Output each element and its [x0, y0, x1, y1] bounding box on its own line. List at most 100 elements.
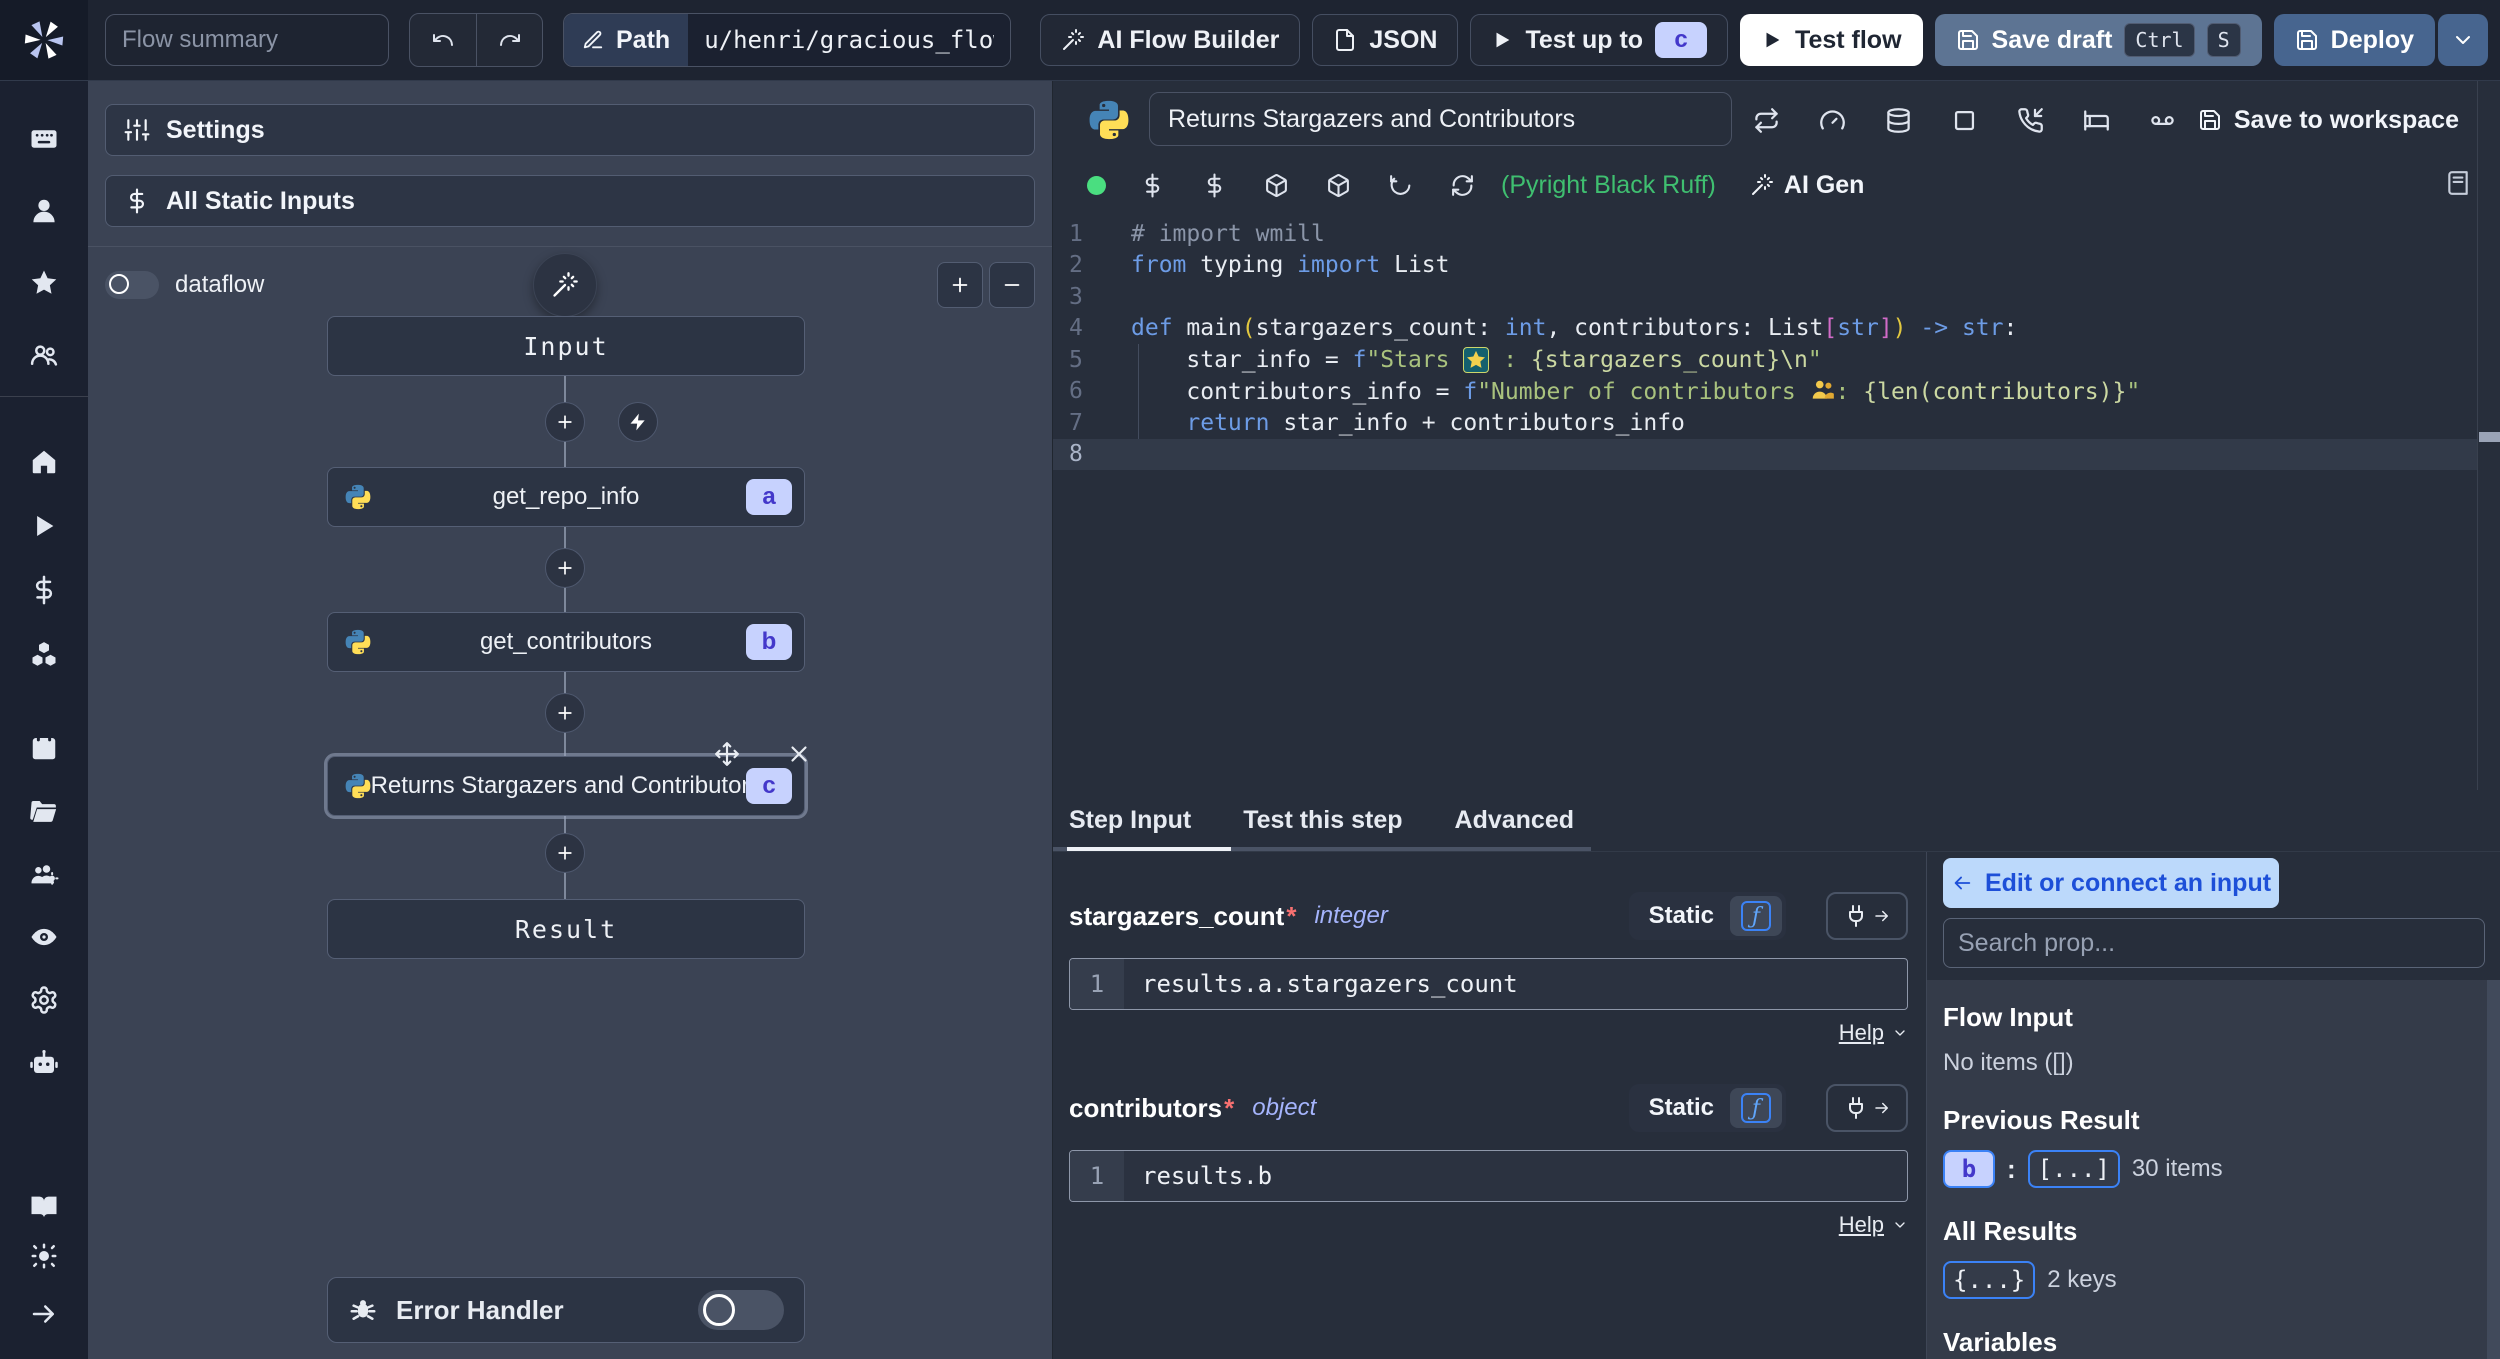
node-input[interactable]: Input — [327, 316, 805, 376]
ai-gen-button[interactable]: AI Gen — [1744, 170, 1871, 201]
add-step-button[interactable] — [545, 693, 585, 733]
all-results-collapsed-badge[interactable]: {...} — [1943, 1261, 2036, 1299]
database-icon[interactable] — [1885, 107, 1912, 134]
node-get-repo-info[interactable]: get_repo_info a — [327, 467, 805, 527]
error-handler-toggle[interactable] — [698, 1290, 784, 1330]
add-step-button[interactable] — [545, 548, 585, 588]
test-flow-button[interactable]: Test flow — [1740, 14, 1923, 66]
help-link[interactable]: Help — [1839, 1212, 1908, 1238]
phone-incoming-icon[interactable] — [2017, 107, 2044, 134]
editor-scrollbar-thumb[interactable] — [2479, 432, 2500, 442]
code-line-5[interactable]: 5 star_info = f"Stars : {stargazers_coun… — [1053, 344, 2478, 376]
code-area[interactable]: 1 # import wmill 2 from typing import List 3… — [1053, 218, 2478, 790]
gauge-icon[interactable] — [1819, 107, 1846, 134]
expression-editor[interactable]: 1 results.a.stargazers_count — [1069, 958, 1908, 1010]
windmill-logo[interactable] — [0, 0, 88, 80]
save-draft-button[interactable]: Save draft Ctrl S — [1934, 14, 2262, 66]
code-line-8[interactable]: 8 — [1053, 438, 2478, 470]
previous-result-collapsed-badge[interactable]: [...] — [2027, 1150, 2120, 1188]
add-step-button[interactable] — [545, 833, 585, 873]
zoom-in-button[interactable] — [937, 262, 983, 308]
voicemail-icon[interactable] — [2149, 107, 2176, 134]
tab-step-input[interactable]: Step Input — [1069, 806, 1191, 835]
all-static-inputs-button[interactable]: All Static Inputs — [105, 175, 1035, 227]
refresh-cw-icon[interactable] — [1450, 173, 1475, 198]
sidebar-item-book[interactable] — [27, 1189, 61, 1223]
deploy-button[interactable]: Deploy — [2273, 14, 2435, 66]
path-chip[interactable]: Path — [564, 14, 689, 66]
sidebar-item-user-cog[interactable] — [27, 857, 61, 891]
sidebar-item-star[interactable] — [27, 266, 61, 300]
save-to-workspace-label: Save to workspace — [2233, 105, 2459, 134]
connect-input-button[interactable] — [1826, 1084, 1908, 1132]
sidebar-item-apps[interactable] — [27, 122, 61, 156]
json-button[interactable]: JSON — [1312, 14, 1459, 66]
tab-advanced[interactable]: Advanced — [1455, 806, 1574, 835]
sidebar-expand-button[interactable] — [27, 1297, 61, 1331]
sidebar-item-users[interactable] — [27, 338, 61, 372]
sidebar-item-folder[interactable] — [27, 794, 61, 828]
sidebar-item-play[interactable] — [27, 509, 61, 543]
code-line-4[interactable]: 4 def main(stargazers_count: int, contrib… — [1053, 313, 2478, 345]
repeat-icon[interactable] — [1753, 107, 1780, 134]
package-icon[interactable] — [1264, 173, 1289, 198]
sidebar-item-eye[interactable] — [27, 920, 61, 954]
square-icon[interactable] — [1951, 107, 1978, 134]
flow-summary-input[interactable] — [105, 14, 389, 66]
add-step-button[interactable] — [545, 402, 585, 442]
redo-button[interactable] — [476, 14, 542, 66]
save-to-workspace-button[interactable]: Save to workspace — [2192, 80, 2465, 160]
sidebar-item-boxes[interactable] — [27, 637, 61, 671]
sidebar-item-bot[interactable] — [27, 1046, 61, 1080]
help-label: Help — [1838, 1020, 1884, 1045]
search-prop-input[interactable] — [1943, 918, 2485, 968]
delete-node-icon[interactable] — [786, 741, 812, 767]
props-scrollbar[interactable] — [2487, 980, 2500, 1359]
javascript-mode-segment[interactable]: ƒ — [1730, 896, 1782, 936]
expression-editor[interactable]: 1 results.b — [1069, 1150, 1908, 1202]
path-input[interactable] — [688, 14, 1011, 66]
rotate-ccw-icon[interactable] — [1388, 173, 1413, 198]
code-line-2[interactable]: 2 from typing import List — [1053, 250, 2478, 282]
zoom-out-button[interactable] — [989, 262, 1035, 308]
input-mode-toggle[interactable]: Static ƒ — [1628, 892, 1786, 940]
docs-book-button[interactable] — [2445, 170, 2471, 196]
dollar-icon[interactable] — [1140, 173, 1165, 198]
previous-result-key-badge[interactable]: b — [1943, 1150, 1995, 1188]
sidebar-item-settings[interactable] — [27, 983, 61, 1017]
dollar-icon[interactable] — [1202, 173, 1227, 198]
code-line-3[interactable]: 3 — [1053, 281, 2478, 313]
sidebar-item-user[interactable] — [27, 194, 61, 228]
node-returns-stargazers[interactable]: Returns Stargazers and Contributors c — [324, 742, 808, 819]
input-mode-toggle[interactable]: Static ƒ — [1628, 1084, 1786, 1132]
dataflow-toggle[interactable] — [105, 271, 159, 299]
sidebar-item-home[interactable] — [27, 445, 61, 479]
edit-or-connect-button[interactable]: Edit or connect an input — [1943, 858, 2279, 908]
code-line-6[interactable]: 6 contributors_info = f"Number of contri… — [1053, 376, 2478, 408]
editor-scrollbar[interactable] — [2477, 80, 2500, 790]
step-title-input[interactable] — [1149, 92, 1732, 146]
move-icon[interactable] — [714, 741, 740, 767]
tab-test-this-step[interactable]: Test this step — [1243, 806, 1402, 835]
code-line-7[interactable]: 7 return star_info + contributors_info — [1053, 407, 2478, 439]
undo-button[interactable] — [410, 14, 476, 66]
trigger-bolt-button[interactable] — [618, 402, 658, 442]
help-link[interactable]: Help — [1839, 1020, 1908, 1046]
error-handler-node[interactable]: Error Handler — [327, 1277, 805, 1343]
code-line-1[interactable]: 1 # import wmill — [1053, 218, 2478, 250]
bed-icon[interactable] — [2083, 107, 2110, 134]
test-up-to-button[interactable]: Test up to c — [1470, 14, 1729, 66]
package-icon[interactable] — [1326, 173, 1351, 198]
javascript-mode-segment[interactable]: ƒ — [1730, 1088, 1782, 1128]
connect-input-button[interactable] — [1826, 892, 1908, 940]
node-result[interactable]: Result — [327, 899, 805, 959]
ai-flow-builder-button[interactable]: AI Flow Builder — [1040, 14, 1301, 66]
sidebar-item-sun[interactable] — [27, 1239, 61, 1273]
ai-builder-wand-button[interactable] — [533, 253, 597, 317]
sidebar-item-calendar[interactable] — [27, 731, 61, 765]
sidebar-item-dollar[interactable] — [27, 573, 61, 607]
node-get-contributors[interactable]: get_contributors b — [327, 612, 805, 672]
deploy-dropdown-button[interactable] — [2438, 14, 2488, 66]
settings-button[interactable]: Settings — [105, 104, 1035, 156]
line-number: 3 — [1069, 283, 1083, 310]
